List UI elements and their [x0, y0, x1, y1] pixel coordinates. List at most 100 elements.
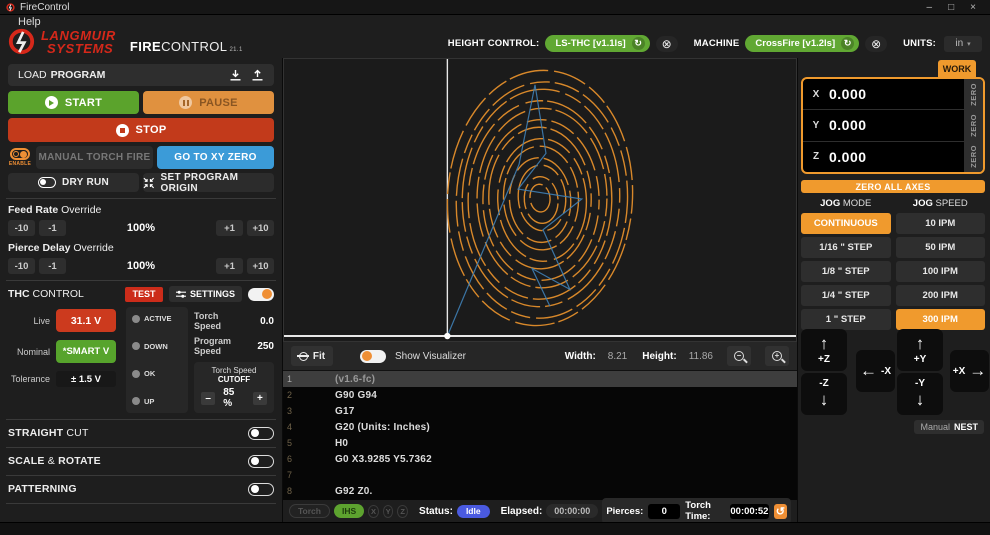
patterning-toggle[interactable] [248, 483, 274, 496]
start-button[interactable]: START [8, 91, 139, 114]
feed-minus-1-button[interactable]: -1 [39, 220, 66, 236]
gcode-line[interactable]: 2G90 G94 [283, 387, 797, 403]
gcode-line[interactable]: 3G17 [283, 403, 797, 419]
nominal-voltage-label: Nominal [8, 347, 50, 357]
brand-top: LANGMUIR [41, 29, 116, 42]
torch-speed-value: 0.0 [246, 316, 274, 327]
jog-speed-50[interactable]: 50 IPM [896, 237, 986, 258]
zoom-in-button[interactable]: + [765, 346, 789, 366]
feed-plus-1-button[interactable]: +1 [216, 220, 243, 236]
fit-button[interactable]: Fit [291, 346, 333, 366]
jog-y-plus-button[interactable]: ↑+Y [897, 329, 943, 371]
show-visualizer-toggle[interactable] [360, 350, 386, 363]
feed-minus-10-button[interactable]: -10 [8, 220, 35, 236]
go-to-xy-zero-button[interactable]: GO TO XY ZERO [157, 146, 274, 169]
minimize-button[interactable]: – [927, 0, 933, 15]
pierce-plus-10-button[interactable]: +10 [247, 258, 274, 274]
fit-icon [299, 352, 308, 361]
refresh-icon[interactable]: ↻ [841, 37, 854, 50]
gcode-line[interactable]: 6G0 X3.9285 Y5.7362 [283, 451, 797, 467]
machine-label: MACHINE [694, 38, 740, 49]
load-program-button[interactable]: LOADPROGRAM [8, 64, 274, 86]
app-name-rest: CONTROL [161, 39, 227, 54]
tolerance-value[interactable]: ± 1.5 V [56, 371, 116, 387]
gcode-line[interactable]: 7 [283, 467, 797, 483]
scale-rotate-toggle[interactable] [248, 455, 274, 468]
machine-status[interactable]: CrossFire [v1.2ls]↻ [745, 35, 859, 52]
cutoff-increase-button[interactable]: + [253, 392, 267, 405]
gcode-line[interactable]: 8G92 Z0. [283, 483, 797, 499]
jog-mode-quarter-step[interactable]: 1/4 " STEP [801, 285, 891, 306]
jog-mode-continuous[interactable]: CONTINUOUS [801, 213, 891, 234]
stop-button[interactable]: STOP [8, 118, 274, 142]
toolpath-visualizer[interactable] [284, 59, 796, 341]
torch-enable-toggle[interactable]: ENABLE [8, 146, 32, 169]
menu-help[interactable]: Help [18, 16, 41, 28]
brand-name: LANGMUIR SYSTEMS [41, 29, 116, 56]
height-control-status[interactable]: LS-THC [v1.1ls]↻ [545, 35, 649, 52]
upload-icon[interactable] [251, 69, 264, 82]
thc-settings-button[interactable]: SETTINGS [169, 286, 242, 302]
pierce-plus-1-button[interactable]: +1 [216, 258, 243, 274]
dry-run-button[interactable]: DRY RUN [8, 173, 139, 192]
disconnect-thc-button[interactable]: ⊗ [656, 36, 678, 52]
jog-speed-200[interactable]: 200 IPM [896, 285, 986, 306]
torch-speed-cutoff: Torch Speed CUTOFF – 85 % + [194, 362, 274, 413]
jog-z-plus-button[interactable]: ↑+Z [801, 329, 847, 371]
cutoff-decrease-button[interactable]: – [201, 392, 215, 405]
program-label: PROGRAM [51, 69, 106, 81]
width-value: 8.21 [608, 351, 627, 362]
jog-z-minus-button[interactable]: -Z↓ [801, 373, 847, 415]
jog-speed-10[interactable]: 10 IPM [896, 213, 986, 234]
height-control-label: HEIGHT CONTROL: [448, 38, 540, 49]
gcode-viewer[interactable]: 1(v1.6-fc) 2G90 G94 3G17 4G20 (Units: In… [283, 371, 797, 500]
zero-x-button[interactable]: ZERO [964, 79, 983, 109]
disconnect-machine-button[interactable]: ⊗ [865, 36, 887, 52]
pierces-label: Pierces: [606, 506, 643, 517]
jog-y-minus-button[interactable]: -Y↓ [897, 373, 943, 415]
live-voltage-value[interactable]: 31.1 V [56, 309, 116, 332]
enable-label: ENABLE [9, 161, 31, 167]
gcode-line[interactable]: 4G20 (Units: Inches) [283, 419, 797, 435]
jog-mode-sixteenth-step[interactable]: 1/16 " STEP [801, 237, 891, 258]
arrow-down-icon: ↓ [820, 390, 829, 410]
thc-enable-switch[interactable] [248, 288, 274, 301]
ok-indicator [132, 370, 140, 378]
jog-mode-one-inch-step[interactable]: 1 " STEP [801, 309, 891, 330]
maximize-button[interactable]: □ [948, 0, 954, 15]
tab-work[interactable]: WORK [938, 60, 976, 77]
pierce-minus-1-button[interactable]: -1 [39, 258, 66, 274]
zoom-out-button[interactable]: − [727, 346, 751, 366]
pause-button[interactable]: PAUSE [143, 91, 274, 114]
dro-row-z: Z 0.000 ZERO [803, 142, 983, 172]
straight-cut-toggle[interactable] [248, 427, 274, 440]
jog-mode-eighth-step[interactable]: 1/8 " STEP [801, 261, 891, 282]
jog-panel: WORK X 0.000 ZERO Y 0.000 ZERO Z 0.000 Z… [797, 58, 990, 522]
app-name: FIRECONTROL21.1 [130, 39, 243, 55]
toolpath-group [440, 65, 641, 331]
zero-y-button[interactable]: ZERO [964, 110, 983, 140]
gcode-line-current[interactable]: 1(v1.6-fc) [283, 371, 797, 387]
download-icon[interactable] [229, 69, 242, 82]
pierce-minus-10-button[interactable]: -10 [8, 258, 35, 274]
nominal-voltage-value[interactable]: *SMART V [56, 340, 116, 363]
thc-test-button[interactable]: TEST [125, 287, 163, 302]
elapsed-value: 00:00:00 [546, 504, 598, 518]
set-program-origin-button[interactable]: SET PROGRAM ORIGIN [143, 173, 274, 192]
manual-torch-fire-button[interactable]: MANUAL TORCH FIRE [36, 146, 153, 169]
gcode-line[interactable]: 5H0 [283, 435, 797, 451]
refresh-icon[interactable]: ↻ [632, 37, 645, 50]
jog-speed-100[interactable]: 100 IPM [896, 261, 986, 282]
feed-plus-10-button[interactable]: +10 [247, 220, 274, 236]
jog-speed-300[interactable]: 300 IPM [896, 309, 986, 330]
zero-all-axes-button[interactable]: ZERO ALL AXES [801, 180, 985, 193]
manual-nest-toggle[interactable]: Manual NEST [914, 420, 984, 434]
close-button[interactable]: × [970, 0, 976, 15]
reset-timers-button[interactable]: ↺ [774, 504, 787, 519]
jog-x-plus-button[interactable]: +X→ [950, 350, 989, 392]
jog-x-minus-button[interactable]: ←-X [856, 350, 895, 392]
zero-z-button[interactable]: ZERO [964, 142, 983, 172]
units-select[interactable]: in▾ [944, 36, 982, 52]
jog-mode-column: JOG MODE CONTINUOUS 1/16 " STEP 1/8 " ST… [801, 197, 891, 330]
visualizer[interactable] [283, 58, 797, 342]
